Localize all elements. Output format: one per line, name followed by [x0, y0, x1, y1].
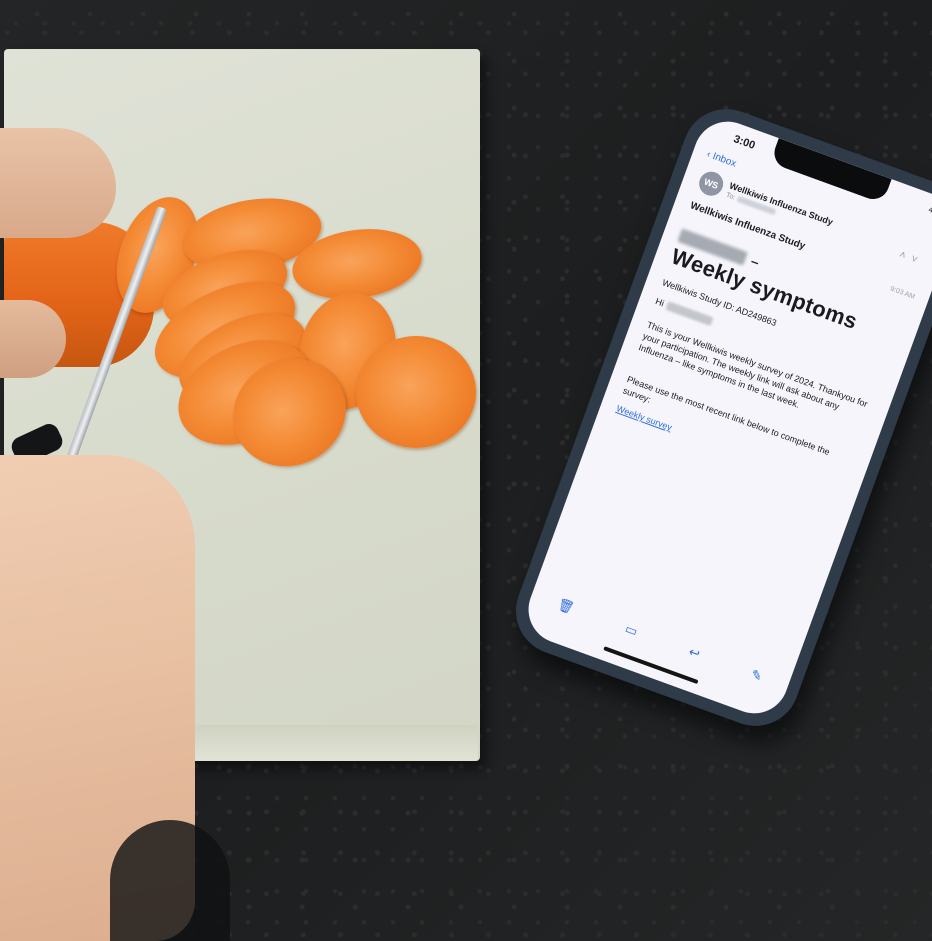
back-label: Inbox [710, 150, 738, 170]
to-label: To: [725, 191, 737, 202]
photo-scene: 3:00 4G ‹ Inbox ˄˅ WS Wellkiwis Influenz… [0, 0, 932, 941]
subject-dash: – [748, 252, 762, 271]
status-time: 3:00 [731, 133, 757, 152]
chevron-down-icon[interactable]: ˅ [909, 253, 925, 269]
back-to-inbox-button[interactable]: ‹ Inbox [705, 149, 738, 170]
message-nav-arrows[interactable]: ˄˅ [897, 249, 924, 269]
redacted-name [664, 301, 714, 326]
sleeve-shadow [110, 820, 230, 941]
sender-avatar: WS [695, 168, 727, 200]
status-network: 4G [927, 204, 932, 218]
trash-icon[interactable]: 🗑 [555, 596, 577, 617]
greeting: Hi [654, 296, 666, 309]
email-time: 9:03 AM [889, 285, 916, 301]
cutting-board-edge [190, 725, 478, 761]
reply-icon[interactable]: ↩ [686, 644, 702, 663]
folder-icon[interactable]: ▭ [623, 621, 640, 640]
compose-icon[interactable]: ✎ [749, 666, 764, 685]
email-body-paragraph-1: This is your Wellkiwis weekly survey of … [637, 319, 870, 412]
carrot-slice [356, 336, 476, 448]
